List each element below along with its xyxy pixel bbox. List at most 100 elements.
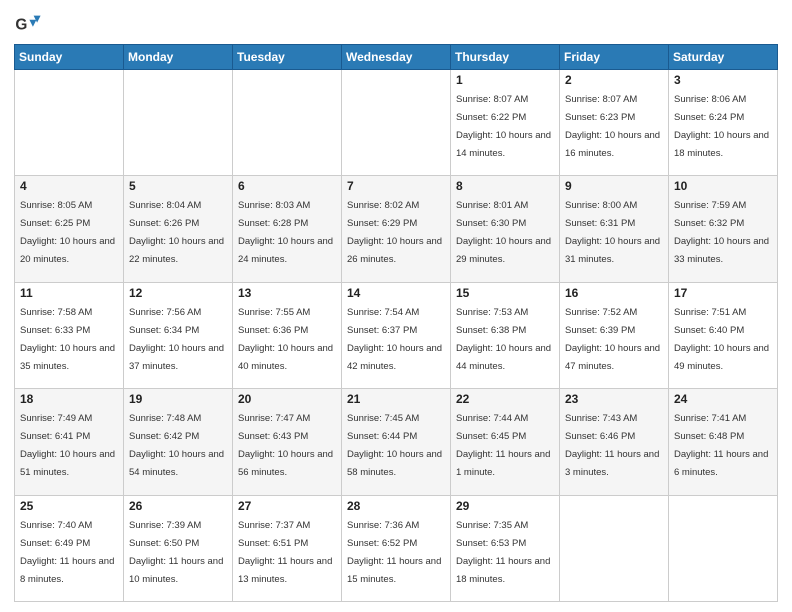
day-info: Sunrise: 7:41 AM Sunset: 6:48 PM Dayligh… bbox=[674, 413, 768, 478]
day-number: 29 bbox=[456, 499, 554, 513]
day-number: 27 bbox=[238, 499, 336, 513]
calendar-cell: 10 Sunrise: 7:59 AM Sunset: 6:32 PM Dayli… bbox=[669, 176, 778, 282]
calendar-cell: 29 Sunrise: 7:35 AM Sunset: 6:53 PM Dayli… bbox=[451, 495, 560, 601]
calendar-cell bbox=[233, 70, 342, 176]
day-info: Sunrise: 7:58 AM Sunset: 6:33 PM Dayligh… bbox=[20, 307, 115, 372]
calendar-weekday-header: Wednesday bbox=[342, 45, 451, 70]
day-number: 3 bbox=[674, 73, 772, 87]
day-number: 28 bbox=[347, 499, 445, 513]
day-number: 5 bbox=[129, 179, 227, 193]
calendar-cell: 16 Sunrise: 7:52 AM Sunset: 6:39 PM Dayli… bbox=[560, 282, 669, 388]
day-info: Sunrise: 7:37 AM Sunset: 6:51 PM Dayligh… bbox=[238, 520, 332, 585]
calendar-week-row: 25 Sunrise: 7:40 AM Sunset: 6:49 PM Dayli… bbox=[15, 495, 778, 601]
page-header: G bbox=[14, 10, 778, 38]
day-info: Sunrise: 8:04 AM Sunset: 6:26 PM Dayligh… bbox=[129, 200, 224, 265]
calendar-cell: 2 Sunrise: 8:07 AM Sunset: 6:23 PM Daylig… bbox=[560, 70, 669, 176]
calendar-cell: 24Sunrise: 7:41 AM Sunset: 6:48 PM Dayli… bbox=[669, 389, 778, 495]
calendar-cell: 20Sunrise: 7:47 AM Sunset: 6:43 PM Dayli… bbox=[233, 389, 342, 495]
day-info: Sunrise: 7:54 AM Sunset: 6:37 PM Dayligh… bbox=[347, 307, 442, 372]
day-number: 8 bbox=[456, 179, 554, 193]
calendar-cell bbox=[124, 70, 233, 176]
day-number: 11 bbox=[20, 286, 118, 300]
calendar-week-row: 18 Sunrise: 7:49 AM Sunset: 6:41 PM Dayli… bbox=[15, 389, 778, 495]
day-info: Sunrise: 8:07 AM Sunset: 6:23 PM Dayligh… bbox=[565, 94, 660, 159]
day-info: Sunrise: 7:59 AM Sunset: 6:32 PM Dayligh… bbox=[674, 200, 769, 265]
day-info: Sunrise: 7:56 AM Sunset: 6:34 PM Dayligh… bbox=[129, 307, 224, 372]
day-number: 25 bbox=[20, 499, 118, 513]
calendar-cell: 22 Sunrise: 7:44 AM Sunset: 6:45 PM Dayli… bbox=[451, 389, 560, 495]
calendar-cell: 1 Sunrise: 8:07 AM Sunset: 6:22 PM Daylig… bbox=[451, 70, 560, 176]
day-info: Sunrise: 7:43 AM Sunset: 6:46 PM Dayligh… bbox=[565, 413, 659, 478]
day-info: Sunrise: 8:01 AM Sunset: 6:30 PM Dayligh… bbox=[456, 200, 551, 265]
calendar-cell bbox=[15, 70, 124, 176]
day-info: Sunrise: 8:02 AM Sunset: 6:29 PM Dayligh… bbox=[347, 200, 442, 265]
calendar-cell bbox=[560, 495, 669, 601]
calendar-weekday-header: Thursday bbox=[451, 45, 560, 70]
day-info: Sunrise: 7:52 AM Sunset: 6:39 PM Dayligh… bbox=[565, 307, 660, 372]
day-info: Sunrise: 7:55 AM Sunset: 6:36 PM Dayligh… bbox=[238, 307, 333, 372]
calendar-cell: 25 Sunrise: 7:40 AM Sunset: 6:49 PM Dayli… bbox=[15, 495, 124, 601]
day-number: 2 bbox=[565, 73, 663, 87]
calendar-cell: 4 Sunrise: 8:05 AM Sunset: 6:25 PM Daylig… bbox=[15, 176, 124, 282]
day-number: 12 bbox=[129, 286, 227, 300]
day-info: Sunrise: 8:07 AM Sunset: 6:22 PM Dayligh… bbox=[456, 94, 551, 159]
day-info: Sunrise: 8:06 AM Sunset: 6:24 PM Dayligh… bbox=[674, 94, 769, 159]
day-number: 10 bbox=[674, 179, 772, 193]
calendar-cell: 19 Sunrise: 7:48 AM Sunset: 6:42 PM Dayli… bbox=[124, 389, 233, 495]
calendar-cell: 3 Sunrise: 8:06 AM Sunset: 6:24 PM Daylig… bbox=[669, 70, 778, 176]
day-info: Sunrise: 8:03 AM Sunset: 6:28 PM Dayligh… bbox=[238, 200, 333, 265]
day-info: Sunrise: 7:35 AM Sunset: 6:53 PM Dayligh… bbox=[456, 520, 550, 585]
calendar-weekday-header: Monday bbox=[124, 45, 233, 70]
calendar-cell: 27 Sunrise: 7:37 AM Sunset: 6:51 PM Dayli… bbox=[233, 495, 342, 601]
calendar-week-row: 4 Sunrise: 8:05 AM Sunset: 6:25 PM Daylig… bbox=[15, 176, 778, 282]
day-number: 17 bbox=[674, 286, 772, 300]
day-number: 15 bbox=[456, 286, 554, 300]
calendar-week-row: 1 Sunrise: 8:07 AM Sunset: 6:22 PM Daylig… bbox=[15, 70, 778, 176]
calendar-cell bbox=[669, 495, 778, 601]
day-number: 1 bbox=[456, 73, 554, 87]
calendar-weekday-header: Friday bbox=[560, 45, 669, 70]
calendar-cell: 21 Sunrise: 7:45 AM Sunset: 6:44 PM Dayli… bbox=[342, 389, 451, 495]
calendar-cell: 17 Sunrise: 7:51 AM Sunset: 6:40 PM Dayli… bbox=[669, 282, 778, 388]
svg-text:G: G bbox=[15, 17, 27, 34]
calendar-cell: 13Sunrise: 7:55 AM Sunset: 6:36 PM Dayli… bbox=[233, 282, 342, 388]
day-number: 21 bbox=[347, 392, 445, 406]
day-info: Sunrise: 7:48 AM Sunset: 6:42 PM Dayligh… bbox=[129, 413, 224, 478]
calendar-cell: 18 Sunrise: 7:49 AM Sunset: 6:41 PM Dayli… bbox=[15, 389, 124, 495]
day-info: Sunrise: 7:36 AM Sunset: 6:52 PM Dayligh… bbox=[347, 520, 441, 585]
calendar-weekday-header: Sunday bbox=[15, 45, 124, 70]
calendar-cell: 15 Sunrise: 7:53 AM Sunset: 6:38 PM Dayli… bbox=[451, 282, 560, 388]
day-number: 14 bbox=[347, 286, 445, 300]
day-number: 4 bbox=[20, 179, 118, 193]
day-info: Sunrise: 7:49 AM Sunset: 6:41 PM Dayligh… bbox=[20, 413, 115, 478]
day-number: 26 bbox=[129, 499, 227, 513]
day-info: Sunrise: 7:51 AM Sunset: 6:40 PM Dayligh… bbox=[674, 307, 769, 372]
day-info: Sunrise: 8:05 AM Sunset: 6:25 PM Dayligh… bbox=[20, 200, 115, 265]
day-info: Sunrise: 7:53 AM Sunset: 6:38 PM Dayligh… bbox=[456, 307, 551, 372]
day-number: 22 bbox=[456, 392, 554, 406]
day-info: Sunrise: 8:00 AM Sunset: 6:31 PM Dayligh… bbox=[565, 200, 660, 265]
calendar-table: SundayMondayTuesdayWednesdayThursdayFrid… bbox=[14, 44, 778, 602]
calendar-cell: 23Sunrise: 7:43 AM Sunset: 6:46 PM Dayli… bbox=[560, 389, 669, 495]
calendar-cell: 26Sunrise: 7:39 AM Sunset: 6:50 PM Dayli… bbox=[124, 495, 233, 601]
day-info: Sunrise: 7:44 AM Sunset: 6:45 PM Dayligh… bbox=[456, 413, 550, 478]
day-number: 6 bbox=[238, 179, 336, 193]
logo: G bbox=[14, 10, 46, 38]
logo-icon: G bbox=[14, 10, 42, 38]
day-number: 9 bbox=[565, 179, 663, 193]
day-info: Sunrise: 7:45 AM Sunset: 6:44 PM Dayligh… bbox=[347, 413, 442, 478]
calendar-weekday-header: Tuesday bbox=[233, 45, 342, 70]
calendar-cell: 8 Sunrise: 8:01 AM Sunset: 6:30 PM Daylig… bbox=[451, 176, 560, 282]
day-info: Sunrise: 7:47 AM Sunset: 6:43 PM Dayligh… bbox=[238, 413, 333, 478]
day-number: 7 bbox=[347, 179, 445, 193]
calendar-cell: 12 Sunrise: 7:56 AM Sunset: 6:34 PM Dayli… bbox=[124, 282, 233, 388]
day-number: 18 bbox=[20, 392, 118, 406]
day-info: Sunrise: 7:40 AM Sunset: 6:49 PM Dayligh… bbox=[20, 520, 114, 585]
day-number: 16 bbox=[565, 286, 663, 300]
day-number: 19 bbox=[129, 392, 227, 406]
calendar-cell: 14 Sunrise: 7:54 AM Sunset: 6:37 PM Dayli… bbox=[342, 282, 451, 388]
calendar-cell: 9 Sunrise: 8:00 AM Sunset: 6:31 PM Daylig… bbox=[560, 176, 669, 282]
calendar-cell: 28 Sunrise: 7:36 AM Sunset: 6:52 PM Dayli… bbox=[342, 495, 451, 601]
calendar-weekday-header: Saturday bbox=[669, 45, 778, 70]
calendar-week-row: 11 Sunrise: 7:58 AM Sunset: 6:33 PM Dayli… bbox=[15, 282, 778, 388]
